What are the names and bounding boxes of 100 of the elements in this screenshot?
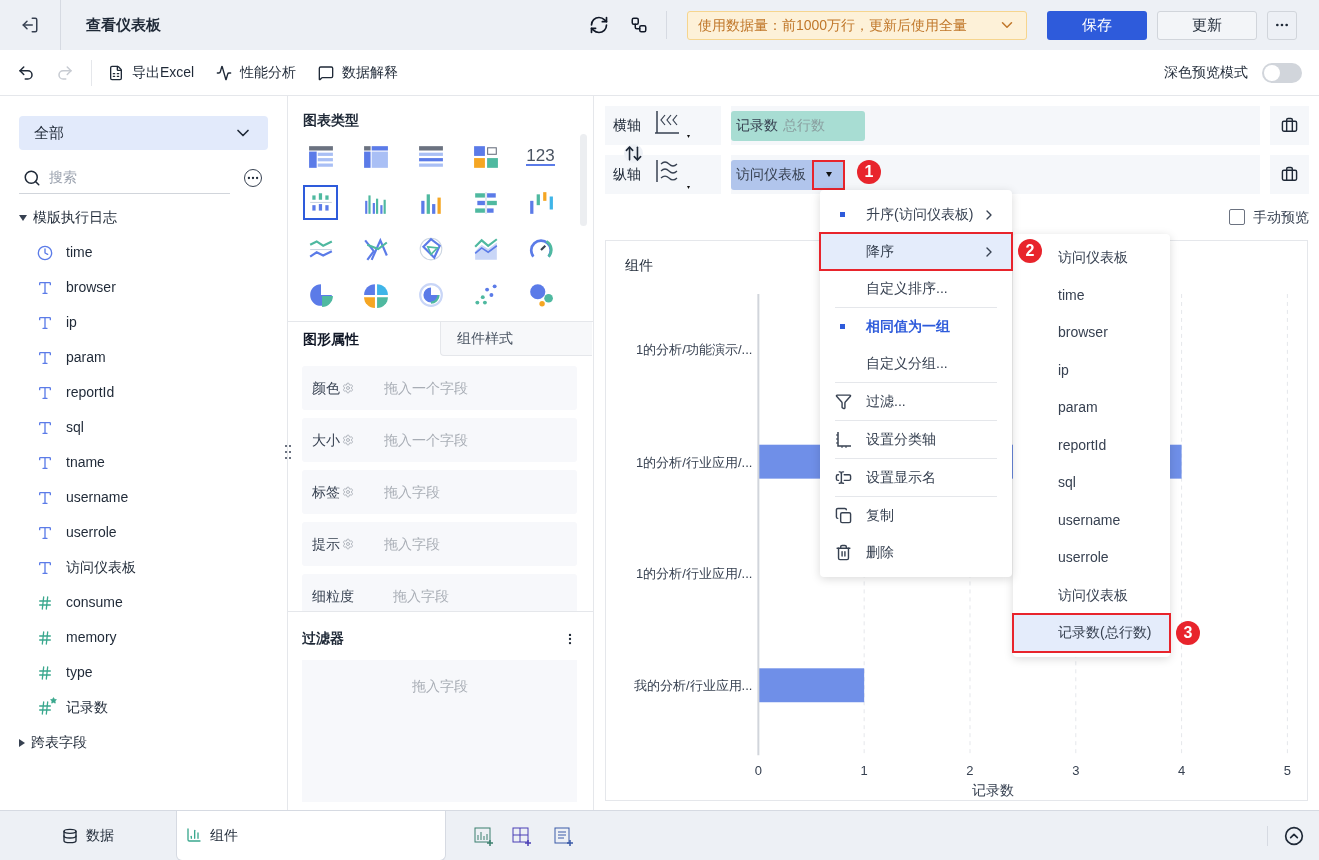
drop-placeholder: 拖入字段: [384, 534, 440, 554]
bar-split-chart-icon: [472, 189, 499, 216]
submenu-item[interactable]: 访问仪表板: [1058, 247, 1128, 269]
submenu-item[interactable]: reportId: [1058, 434, 1107, 456]
field-item[interactable]: memory: [19, 620, 268, 655]
property-drop-zone[interactable]: 细粒度 拖入字段: [302, 574, 577, 611]
tick-label: 1: [860, 763, 868, 779]
search-field[interactable]: 搜索: [49, 167, 219, 188]
chart-type-option[interactable]: [303, 185, 338, 220]
toolbar-button[interactable]: 性能分析: [216, 62, 297, 83]
section-title: 图表类型: [303, 112, 359, 128]
copy-icon: [835, 507, 852, 524]
toggle-label: 深色预览模式: [1164, 63, 1248, 82]
save-button[interactable]: 保存: [1047, 10, 1147, 40]
page-title: 查看仪表板: [86, 14, 161, 35]
field-item[interactable]: browser: [19, 270, 268, 305]
hash-icon: [37, 629, 53, 646]
toolbar-button[interactable]: 数据解释: [318, 62, 399, 83]
menu-item[interactable]: 过滤...: [820, 383, 1012, 420]
text-type-icon: [37, 454, 53, 471]
category-label: 我的分析/行业应用...: [633, 678, 753, 694]
property-drop-zone[interactable]: 提示 拖入字段: [302, 522, 577, 566]
text-type-icon: [37, 314, 53, 331]
tick-label: 5: [1283, 763, 1291, 779]
axis-drop-zone[interactable]: 访问仪表板 1: [731, 155, 1260, 194]
update-button[interactable]: 更新: [1157, 10, 1257, 40]
property-drop-zone[interactable]: 标签 拖入字段: [302, 470, 577, 514]
bottom-tab[interactable]: 数据: [0, 810, 176, 860]
submenu-item[interactable]: param: [1058, 397, 1098, 419]
dark-mode-toggle[interactable]: [1262, 62, 1302, 83]
field-item[interactable]: tname: [19, 445, 268, 480]
field-item[interactable]: time: [19, 235, 268, 270]
exit-icon[interactable]: [21, 16, 39, 34]
property-drop-zone[interactable]: 颜色 拖入一个字段: [302, 366, 577, 410]
rename-icon: [835, 469, 852, 486]
flow-icon[interactable]: [630, 16, 648, 34]
submenu-item[interactable]: userrole: [1058, 547, 1109, 569]
parallel-chart-icon: [362, 235, 389, 262]
grouped-table-chart-icon: [307, 143, 334, 170]
submenu-item[interactable]: sql: [1058, 472, 1076, 494]
submenu-item[interactable]: time: [1058, 284, 1085, 306]
axis-label-cell: 纵轴: [605, 155, 721, 194]
chart-type-option[interactable]: 123: [523, 139, 558, 174]
menu-item[interactable]: 设置显示名: [820, 459, 1012, 496]
kpi-card-chart-icon: [472, 143, 499, 170]
property-drop-zone[interactable]: 大小 拖入一个字段: [302, 418, 577, 462]
submenu-item[interactable]: browser: [1058, 322, 1108, 344]
scope-dropdown[interactable]: 全部: [19, 116, 268, 150]
submenu-item[interactable]: ip: [1058, 359, 1069, 381]
field-item[interactable]: reportId: [19, 375, 268, 410]
menu-item[interactable]: 复制: [820, 497, 1012, 534]
field-item[interactable]: consume: [19, 585, 268, 620]
collapse-icon[interactable]: [1284, 825, 1304, 846]
category-label: 1的分析/功能演示/...: [636, 341, 753, 357]
field-item[interactable]: 访问仪表板: [19, 550, 268, 585]
detail-table-chart-icon: [417, 143, 444, 170]
axis-option-cell[interactable]: [1270, 155, 1309, 194]
field-item[interactable]: ip: [19, 305, 268, 340]
add-text-icon[interactable]: [554, 825, 574, 846]
property-label: 提示: [312, 534, 340, 554]
menu-item[interactable]: 删除: [820, 534, 1012, 571]
pie-multi-chart-icon: [362, 281, 389, 308]
menu-item[interactable]: 设置分类轴: [820, 421, 1012, 458]
briefcase-icon: [1281, 166, 1298, 183]
field-item[interactable]: username: [19, 480, 268, 515]
text-type-icon: [37, 524, 53, 541]
bottom-tab[interactable]: 组件: [176, 810, 446, 860]
axis-drop-zone[interactable]: 记录数 总行数: [731, 106, 1260, 145]
property-tab[interactable]: 组件样式: [440, 322, 592, 356]
field-item[interactable]: sql: [19, 410, 268, 445]
section-title: 过滤器: [302, 629, 344, 648]
menu-item[interactable]: 升序(访问仪表板): [820, 196, 1012, 233]
pulse-icon: [216, 64, 233, 81]
menu-item[interactable]: 相同值为一组: [820, 308, 1012, 345]
field-pill[interactable]: 记录数 总行数: [731, 110, 865, 141]
resize-handle[interactable]: [284, 443, 291, 461]
donut-chart-icon: [417, 281, 444, 308]
checkbox[interactable]: [1229, 209, 1245, 225]
field-item[interactable]: type: [19, 655, 268, 690]
add-table-icon[interactable]: [512, 825, 532, 846]
pill-subtitle: 总行数: [783, 116, 826, 135]
menu-item[interactable]: 自定义分组...: [820, 345, 1012, 382]
menu-item[interactable]: 自定义排序...: [820, 270, 1012, 307]
bar-chart-icon: [186, 827, 202, 843]
pill-dropdown-button[interactable]: [812, 159, 845, 190]
undo-icon[interactable]: [17, 63, 35, 82]
submenu-item[interactable]: 访问仪表板: [1058, 584, 1128, 606]
vertical-axis-icon[interactable]: [653, 157, 693, 192]
toolbar-button[interactable]: 导出Excel: [108, 62, 195, 83]
field-item[interactable]: param: [19, 340, 268, 375]
field-item[interactable]: userrole: [19, 515, 268, 550]
drop-placeholder: 拖入一个字段: [384, 430, 468, 450]
add-chart-icon[interactable]: [474, 825, 494, 846]
refresh-icon[interactable]: [589, 15, 609, 35]
submenu-item[interactable]: username: [1058, 509, 1121, 531]
axis-option-cell[interactable]: [1270, 106, 1309, 145]
tree-group[interactable]: 模版执行日志: [19, 200, 268, 235]
chart-title: 组件: [625, 256, 653, 275]
tree-group[interactable]: 跨表字段: [19, 725, 268, 760]
field-pill[interactable]: 访问仪表板: [731, 159, 845, 190]
